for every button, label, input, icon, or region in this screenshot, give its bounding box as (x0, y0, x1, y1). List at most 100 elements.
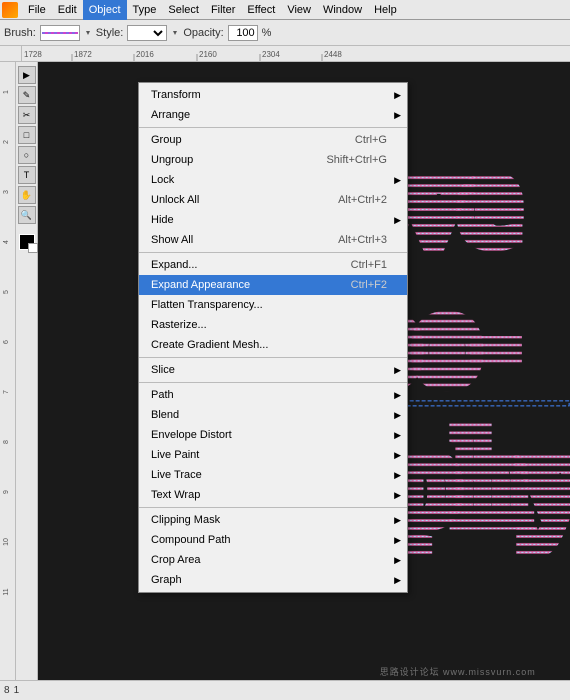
menu-edit[interactable]: Edit (52, 0, 83, 20)
ruler-corner (0, 46, 22, 62)
separator-2 (139, 252, 407, 253)
opacity-input[interactable]: 100 (228, 25, 258, 41)
svg-text:2448: 2448 (324, 50, 342, 59)
style-dropdown-icon (171, 27, 179, 39)
menu-effect[interactable]: Effect (241, 0, 281, 20)
horizontal-ruler: 1728 1872 2016 2160 2304 2448 (22, 46, 570, 62)
menu-lock[interactable]: Lock ▶ (139, 170, 407, 190)
svg-text:1872: 1872 (74, 50, 92, 59)
color-fill[interactable] (19, 234, 35, 250)
main-area: 1 2 3 4 5 6 7 8 9 10 11 ▶ ✎ ✂ □ ○ T ✋ 🔍 (0, 62, 570, 680)
statusbar: 8 1 (0, 680, 570, 700)
menu-filter[interactable]: Filter (205, 0, 241, 20)
svg-text:2016: 2016 (136, 50, 154, 59)
menu-object[interactable]: Object (83, 0, 127, 20)
submenu-arrow: ▶ (394, 470, 401, 481)
tool-hand[interactable]: ✋ (18, 186, 36, 204)
svg-text:4: 4 (3, 240, 10, 244)
menu-graph[interactable]: Graph ▶ (139, 570, 407, 590)
tool-scissors[interactable]: ✂ (18, 106, 36, 124)
menu-unlock-all[interactable]: Unlock All Alt+Ctrl+2 (139, 190, 407, 210)
svg-text:10: 10 (3, 538, 10, 546)
menu-window[interactable]: Window (317, 0, 368, 20)
brush-preview[interactable] (40, 25, 80, 41)
svg-text:3: 3 (3, 190, 10, 194)
svg-text:6: 6 (3, 340, 10, 344)
ruler-row: 1728 1872 2016 2160 2304 2448 (0, 46, 570, 62)
menu-arrange[interactable]: Arrange ▶ (139, 105, 407, 125)
menu-rasterize[interactable]: Rasterize... (139, 315, 407, 335)
svg-text:2160: 2160 (199, 50, 217, 59)
menu-file[interactable]: File (22, 0, 52, 20)
separator-4 (139, 382, 407, 383)
menu-help[interactable]: Help (368, 0, 403, 20)
app-icon (2, 2, 18, 18)
menu-text-wrap[interactable]: Text Wrap ▶ (139, 485, 407, 505)
svg-text:7: 7 (3, 390, 10, 394)
page-indicator: 1 (14, 685, 20, 696)
submenu-arrow: ▶ (394, 430, 401, 441)
svg-text:2304: 2304 (262, 50, 280, 59)
submenu-arrow: ▶ (394, 450, 401, 461)
opacity-unit: % (262, 27, 272, 39)
menu-crop-area[interactable]: Crop Area ▶ (139, 550, 407, 570)
menu-group[interactable]: Group Ctrl+G (139, 130, 407, 150)
menu-view[interactable]: View (281, 0, 317, 20)
menu-clipping-mask[interactable]: Clipping Mask ▶ (139, 510, 407, 530)
style-select[interactable] (127, 25, 167, 41)
menu-flatten-transparency[interactable]: Flatten Transparency... (139, 295, 407, 315)
menu-ungroup[interactable]: Ungroup Shift+Ctrl+G (139, 150, 407, 170)
object-menu: Transform ▶ Arrange ▶ Group Ctrl+G Ungro… (138, 82, 408, 593)
submenu-arrow: ▶ (394, 110, 401, 121)
separator-1 (139, 127, 407, 128)
submenu-arrow: ▶ (394, 555, 401, 566)
menubar: File Edit Object Type Select Filter Effe… (0, 0, 570, 20)
menu-show-all[interactable]: Show All Alt+Ctrl+3 (139, 230, 407, 250)
tool-zoom[interactable]: 🔍 (18, 206, 36, 224)
zoom-indicator: 8 (4, 685, 10, 696)
submenu-arrow: ▶ (394, 535, 401, 546)
menu-hide[interactable]: Hide ▶ (139, 210, 407, 230)
svg-text:5: 5 (3, 290, 10, 294)
canvas-area: love yoo- -aphy 思路设计论坛 www.missvurn.com … (38, 62, 570, 680)
menu-select[interactable]: Select (162, 0, 205, 20)
toolbox: ▶ ✎ ✂ □ ○ T ✋ 🔍 (16, 62, 38, 680)
submenu-arrow: ▶ (394, 575, 401, 586)
svg-text:8: 8 (3, 440, 10, 444)
submenu-arrow: ▶ (394, 410, 401, 421)
menu-slice[interactable]: Slice ▶ (139, 360, 407, 380)
menu-expand-appearance[interactable]: Expand Appearance Ctrl+F2 (139, 275, 407, 295)
tool-rect[interactable]: □ (18, 126, 36, 144)
style-label: Style: (96, 27, 124, 39)
submenu-arrow: ▶ (394, 90, 401, 101)
menu-gradient-mesh[interactable]: Create Gradient Mesh... (139, 335, 407, 355)
submenu-arrow: ▶ (394, 390, 401, 401)
menu-path[interactable]: Path ▶ (139, 385, 407, 405)
menu-expand[interactable]: Expand... Ctrl+F1 (139, 255, 407, 275)
svg-text:11: 11 (3, 588, 10, 595)
svg-text:1728: 1728 (24, 50, 42, 59)
vertical-ruler: 1 2 3 4 5 6 7 8 9 10 11 (0, 62, 16, 680)
menu-live-paint[interactable]: Live Paint ▶ (139, 445, 407, 465)
separator-3 (139, 357, 407, 358)
tool-type[interactable]: T (18, 166, 36, 184)
separator-5 (139, 507, 407, 508)
svg-text:2: 2 (3, 140, 10, 144)
toolbar: Brush: Style: Opacity: 100 % (0, 20, 570, 46)
menu-envelope-distort[interactable]: Envelope Distort ▶ (139, 425, 407, 445)
svg-text:1: 1 (3, 90, 10, 94)
menu-blend[interactable]: Blend ▶ (139, 405, 407, 425)
submenu-arrow: ▶ (394, 175, 401, 186)
submenu-arrow: ▶ (394, 365, 401, 376)
menu-transform[interactable]: Transform ▶ (139, 85, 407, 105)
menu-live-trace[interactable]: Live Trace ▶ (139, 465, 407, 485)
tool-pen[interactable]: ✎ (18, 86, 36, 104)
menu-type[interactable]: Type (127, 0, 163, 20)
menu-compound-path[interactable]: Compound Path ▶ (139, 530, 407, 550)
submenu-arrow: ▶ (394, 515, 401, 526)
tool-ellipse[interactable]: ○ (18, 146, 36, 164)
tool-select[interactable]: ▶ (18, 66, 36, 84)
brush-dropdown-icon[interactable] (84, 27, 92, 39)
svg-text:9: 9 (3, 490, 10, 494)
submenu-arrow: ▶ (394, 215, 401, 226)
